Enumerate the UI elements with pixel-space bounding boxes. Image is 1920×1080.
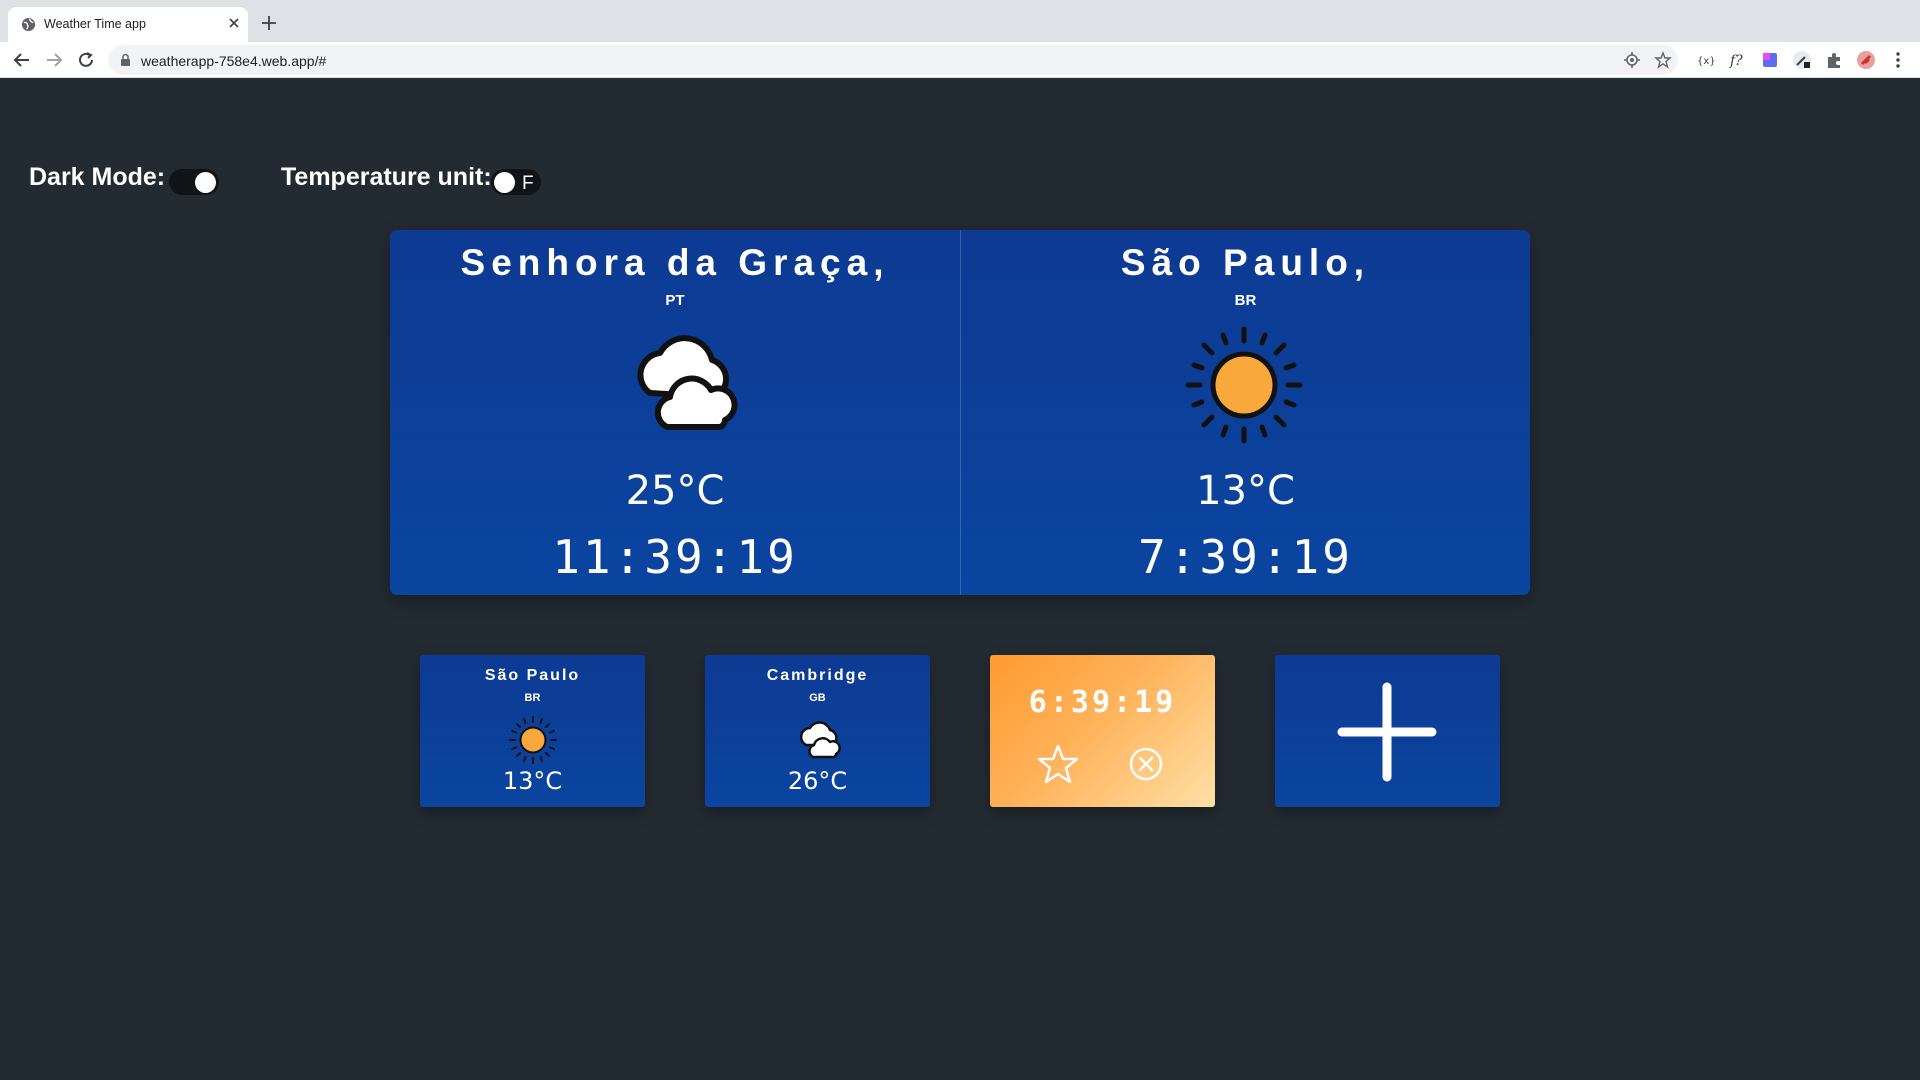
city-name: São Paulo, [1120,242,1371,283]
sun-icon [1185,326,1303,444]
toggle-knob [195,172,216,193]
add-city-button[interactable] [1275,655,1500,807]
local-time: 7:39:19 [1138,530,1353,584]
country-code: PT [665,292,685,309]
saved-city-card[interactable]: Cambridge GB 26°C [705,655,930,807]
city-panel[interactable]: São Paulo, BR 13°C 7:39:19 [960,230,1530,595]
new-tab-button[interactable] [260,14,278,32]
svg-text:{x}: {x} [1697,56,1715,67]
extensions-puzzle-icon[interactable] [1824,50,1844,70]
temperature-unit-toggle[interactable]: F [491,169,541,195]
browser-tabstrip: Weather Time app [0,0,1920,42]
temperature: 13°C [502,767,563,795]
tab-title: Weather Time app [44,17,146,31]
temperature-unit-label: Temperature unit: [281,163,492,191]
forward-icon[interactable] [44,50,64,70]
extension-font-icon[interactable]: f? [1728,50,1748,70]
close-icon[interactable] [226,15,242,31]
cloudy-icon [799,721,841,759]
address-bar[interactable]: weatherapp-758e4.web.app/# [108,45,1678,75]
local-time: 11:39:19 [552,530,798,584]
clock-time: 6:39:19 [1028,685,1177,720]
city-panel[interactable]: Senhora da Graça, PT 25°C 11:39:19 [390,230,960,595]
extension-code-icon[interactable]: {x} [1695,50,1715,70]
location-icon[interactable] [1623,51,1641,69]
extension-color-icon[interactable] [1760,50,1780,70]
bookmark-star-icon[interactable] [1654,51,1672,69]
country-code: BR [524,692,541,704]
cloudy-icon [637,335,738,430]
toggle-knob [494,172,515,193]
lock-icon [121,53,130,66]
browser-toolbar: weatherapp-758e4.web.app/# [0,42,1920,78]
city-name: Cambridge [766,667,869,684]
globe-icon [21,17,36,32]
city-name: São Paulo [484,667,581,684]
plus-icon [1337,682,1437,782]
menu-kebab-icon[interactable] [1888,50,1908,70]
reload-icon[interactable] [76,50,96,70]
url-text: weatherapp-758e4.web.app/# [141,53,327,69]
remove-icon[interactable] [1128,746,1164,782]
main-weather-card: Senhora da Graça, PT 25°C 11:39:19 São P… [390,230,1530,595]
dark-mode-toggle[interactable] [169,169,219,195]
profile-avatar-icon[interactable] [1856,50,1876,70]
extension-eyedropper-icon[interactable] [1792,50,1812,70]
country-code: GB [809,692,826,704]
temperature: 25°C [625,468,725,514]
city-name: Senhora da Graça, [460,242,890,283]
star-icon[interactable] [1037,743,1079,785]
temperature: 26°C [787,767,848,795]
svg-text:f?: f? [1729,53,1743,69]
sun-icon [509,716,557,764]
browser-tab[interactable]: Weather Time app [8,7,248,42]
temperature: 13°C [1196,468,1295,514]
saved-city-card[interactable]: São Paulo BR 13°C [420,655,645,807]
back-icon[interactable] [12,50,32,70]
toggle-unit-text: F [522,173,534,194]
dark-mode-label: Dark Mode: [29,163,166,191]
country-code: BR [1234,292,1257,309]
clock-card[interactable]: 6:39:19 [990,655,1215,807]
